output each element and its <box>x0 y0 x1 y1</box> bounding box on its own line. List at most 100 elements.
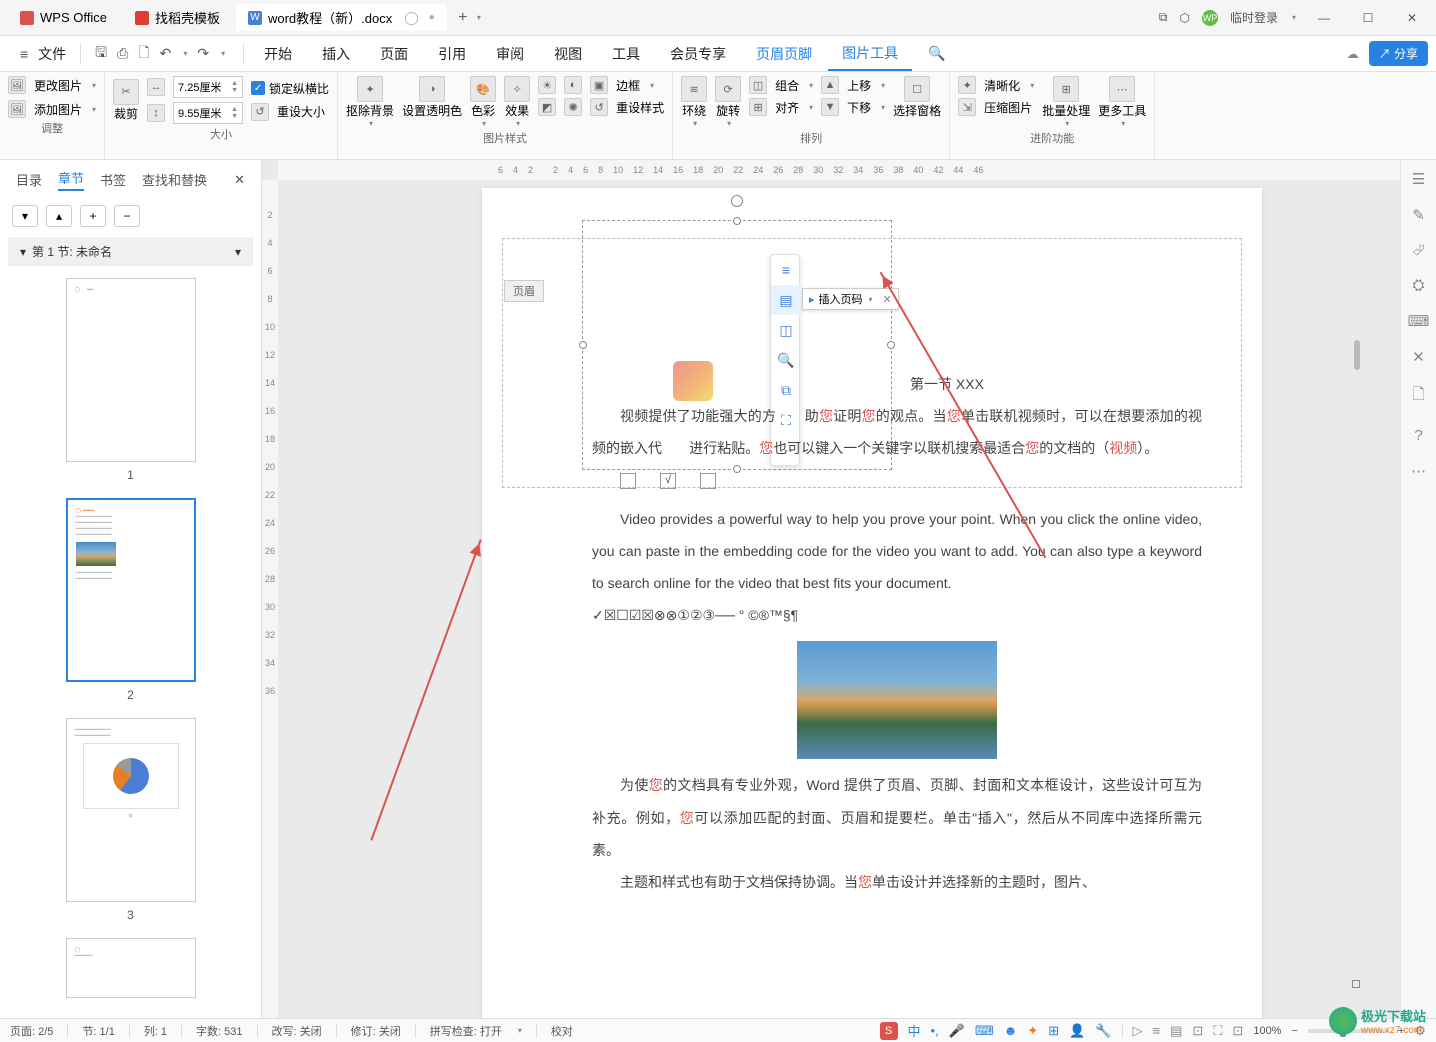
tab-dropdown-icon[interactable]: ▾ <box>477 13 481 22</box>
ime-gift-icon[interactable]: ✦ <box>1027 1023 1038 1039</box>
nav-remove-button[interactable]: − <box>114 205 140 227</box>
menu-search[interactable]: 🔍 <box>914 39 959 68</box>
menu-start[interactable]: 开始 <box>250 38 306 70</box>
print-icon[interactable]: ⎙ <box>117 45 128 62</box>
view-fit-icon[interactable]: ⊡ <box>1232 1023 1243 1039</box>
rail-cursor-icon[interactable]: ⮰ <box>1412 242 1424 259</box>
color-label[interactable]: 色彩 <box>471 102 495 119</box>
effect-icon[interactable]: ✧ <box>504 76 530 102</box>
nav-collapse-button[interactable]: ▾ <box>12 205 38 227</box>
glow-icon[interactable]: ✺ <box>564 98 582 116</box>
nav-expand-button[interactable]: ▴ <box>46 205 72 227</box>
reset-size-icon[interactable]: ↺ <box>251 103 269 121</box>
batch-icon[interactable]: ⊞ <box>1053 76 1079 102</box>
view-fullscreen-icon[interactable]: ⛶ <box>1213 1023 1222 1039</box>
ime-tool-icon[interactable]: 🔧 <box>1095 1023 1111 1039</box>
login-label[interactable]: 临时登录 <box>1230 9 1278 26</box>
rotate-handle[interactable] <box>731 195 743 207</box>
nav-add-button[interactable]: + <box>80 205 106 227</box>
status-page[interactable]: 页面: 2/5 <box>10 1023 53 1039</box>
share-button[interactable]: ↗ 分享 <box>1369 41 1428 66</box>
sel-pane-icon[interactable]: ☐ <box>904 76 930 102</box>
lock-ratio-checkbox[interactable]: ✓锁定纵横比 <box>251 80 329 97</box>
save-icon[interactable]: 🖫 <box>95 42 107 66</box>
up-label[interactable]: 上移 <box>847 77 871 94</box>
reset-size-label[interactable]: 重设大小 <box>277 103 325 120</box>
status-words[interactable]: 字数: 531 <box>196 1023 242 1039</box>
ft-wrap-icon[interactable]: ▤ <box>771 285 801 315</box>
ime-smile-icon[interactable]: ☻ <box>1004 1023 1018 1038</box>
ruler-horizontal[interactable]: 6422468101214161820222426283032343638404… <box>278 160 1400 180</box>
align-icon[interactable]: ⊞ <box>749 98 767 116</box>
pagenum-close-icon[interactable]: ✕ <box>883 293 892 306</box>
ime-user-icon[interactable]: 👤 <box>1069 1023 1085 1039</box>
checkbox-2[interactable]: √ <box>660 473 676 489</box>
contrast-icon[interactable]: ◐ <box>564 76 582 94</box>
menu-insert[interactable]: 插入 <box>308 38 364 70</box>
menu-headerfooter[interactable]: 页眉页脚 <box>742 38 826 70</box>
rail-more-icon[interactable]: ⋯ <box>1411 462 1426 480</box>
thumb-page-1[interactable]: ◯ ━━ <box>66 278 196 462</box>
zoom-value[interactable]: 100% <box>1253 1025 1281 1037</box>
ime-mic-icon[interactable]: 🎤 <box>949 1023 965 1039</box>
zoom-out-button[interactable]: − <box>1291 1025 1297 1037</box>
color-icon[interactable]: 🎨 <box>470 76 496 102</box>
handle-left[interactable] <box>579 341 587 349</box>
up-icon[interactable]: ▲ <box>821 76 839 94</box>
rail-help-icon[interactable]: ? <box>1414 427 1422 444</box>
ime-lang-icon[interactable]: 中 <box>908 1021 921 1040</box>
body-text[interactable]: 第一节 XXX 视频提供了功能强大的方 助您证明您的观点。当您单击联机视频时，可… <box>592 368 1202 898</box>
align-label[interactable]: 对齐 <box>775 99 799 116</box>
rotate-label[interactable]: 旋转 <box>716 102 740 119</box>
rail-tools-icon[interactable]: ✕ <box>1412 348 1425 366</box>
status-section[interactable]: 节: 1/1 <box>82 1023 114 1039</box>
template-tab[interactable]: 找稻壳模板 <box>123 4 232 31</box>
sogou-ime-icon[interactable]: S <box>880 1022 898 1040</box>
menu-view[interactable]: 视图 <box>540 38 596 70</box>
change-pic-label[interactable]: 更改图片 <box>34 77 82 94</box>
scrollbar-thumb[interactable] <box>1354 340 1360 370</box>
menu-tool[interactable]: 工具 <box>598 38 654 70</box>
ime-punct-icon[interactable]: •, <box>931 1023 939 1038</box>
remove-bg-label[interactable]: 抠除背景 <box>346 102 394 119</box>
crop-icon[interactable]: ✂ <box>113 79 139 105</box>
layout-icon[interactable]: ⧉ <box>1159 10 1168 25</box>
status-track[interactable]: 修订: 关闭 <box>351 1023 401 1039</box>
view-web-icon[interactable]: ▤ <box>1170 1023 1182 1039</box>
new-tab-button[interactable]: + <box>451 6 475 30</box>
checkbox-3[interactable] <box>700 473 716 489</box>
view-outline-icon[interactable]: ⊡ <box>1192 1023 1203 1039</box>
nav-tab-bookmark[interactable]: 书签 <box>100 170 126 189</box>
rail-settings-icon[interactable]: ⛭ <box>1412 277 1424 294</box>
cloud-icon[interactable]: ☁ <box>1347 47 1359 61</box>
crop-label[interactable]: 裁剪 <box>114 105 138 122</box>
effect-label[interactable]: 效果 <box>505 102 529 119</box>
compress-label[interactable]: 压缩图片 <box>984 99 1032 116</box>
border-label[interactable]: 边框 <box>616 77 640 94</box>
nav-tab-find[interactable]: 查找和替换 <box>142 170 207 189</box>
width-input[interactable]: 7.25厘米▲▼ <box>173 76 243 98</box>
status-col[interactable]: 列: 1 <box>144 1023 167 1039</box>
transparent-label[interactable]: 设置透明色 <box>402 102 462 119</box>
reset-style-icon[interactable]: ↺ <box>590 98 608 116</box>
rotate-icon[interactable]: ⟳ <box>715 76 741 102</box>
nav-tab-toc[interactable]: 目录 <box>16 170 42 189</box>
section-header[interactable]: ▾第 1 节: 未命名▾ <box>8 237 253 266</box>
nav-close-button[interactable]: ✕ <box>234 172 245 188</box>
batch-label[interactable]: 批量处理 <box>1042 102 1090 119</box>
group-icon[interactable]: ◫ <box>749 76 767 94</box>
sel-pane-label[interactable]: 选择窗格 <box>893 102 941 119</box>
nav-tab-chapter[interactable]: 章节 <box>58 168 84 191</box>
menu-hamburger-icon[interactable]: ≡ <box>20 46 28 62</box>
page[interactable]: 页眉 ✥ ≡ ▤ ◫ 🔍 ⧉ ⛶ ⋯ ▸插入页码▾✕ <box>482 188 1262 1018</box>
login-dropdown[interactable]: ▾ <box>1292 13 1296 22</box>
shadow-icon[interactable]: ◩ <box>538 98 556 116</box>
thumb-page-2[interactable]: ◯ ━━━━━━━━━━━━━━━━━━━━━━━━━━━━━━━━━━━━━━… <box>66 498 196 682</box>
brightness-icon[interactable]: ☀ <box>538 76 556 94</box>
menu-page[interactable]: 页面 <box>366 38 422 70</box>
scroll-marker-icon[interactable] <box>1352 980 1360 988</box>
handle-right[interactable] <box>887 341 895 349</box>
ime-keyboard-icon[interactable]: ⌨ <box>975 1023 994 1039</box>
clear-label[interactable]: 清晰化 <box>984 77 1020 94</box>
rail-pen-icon[interactable]: ✎ <box>1412 206 1425 224</box>
